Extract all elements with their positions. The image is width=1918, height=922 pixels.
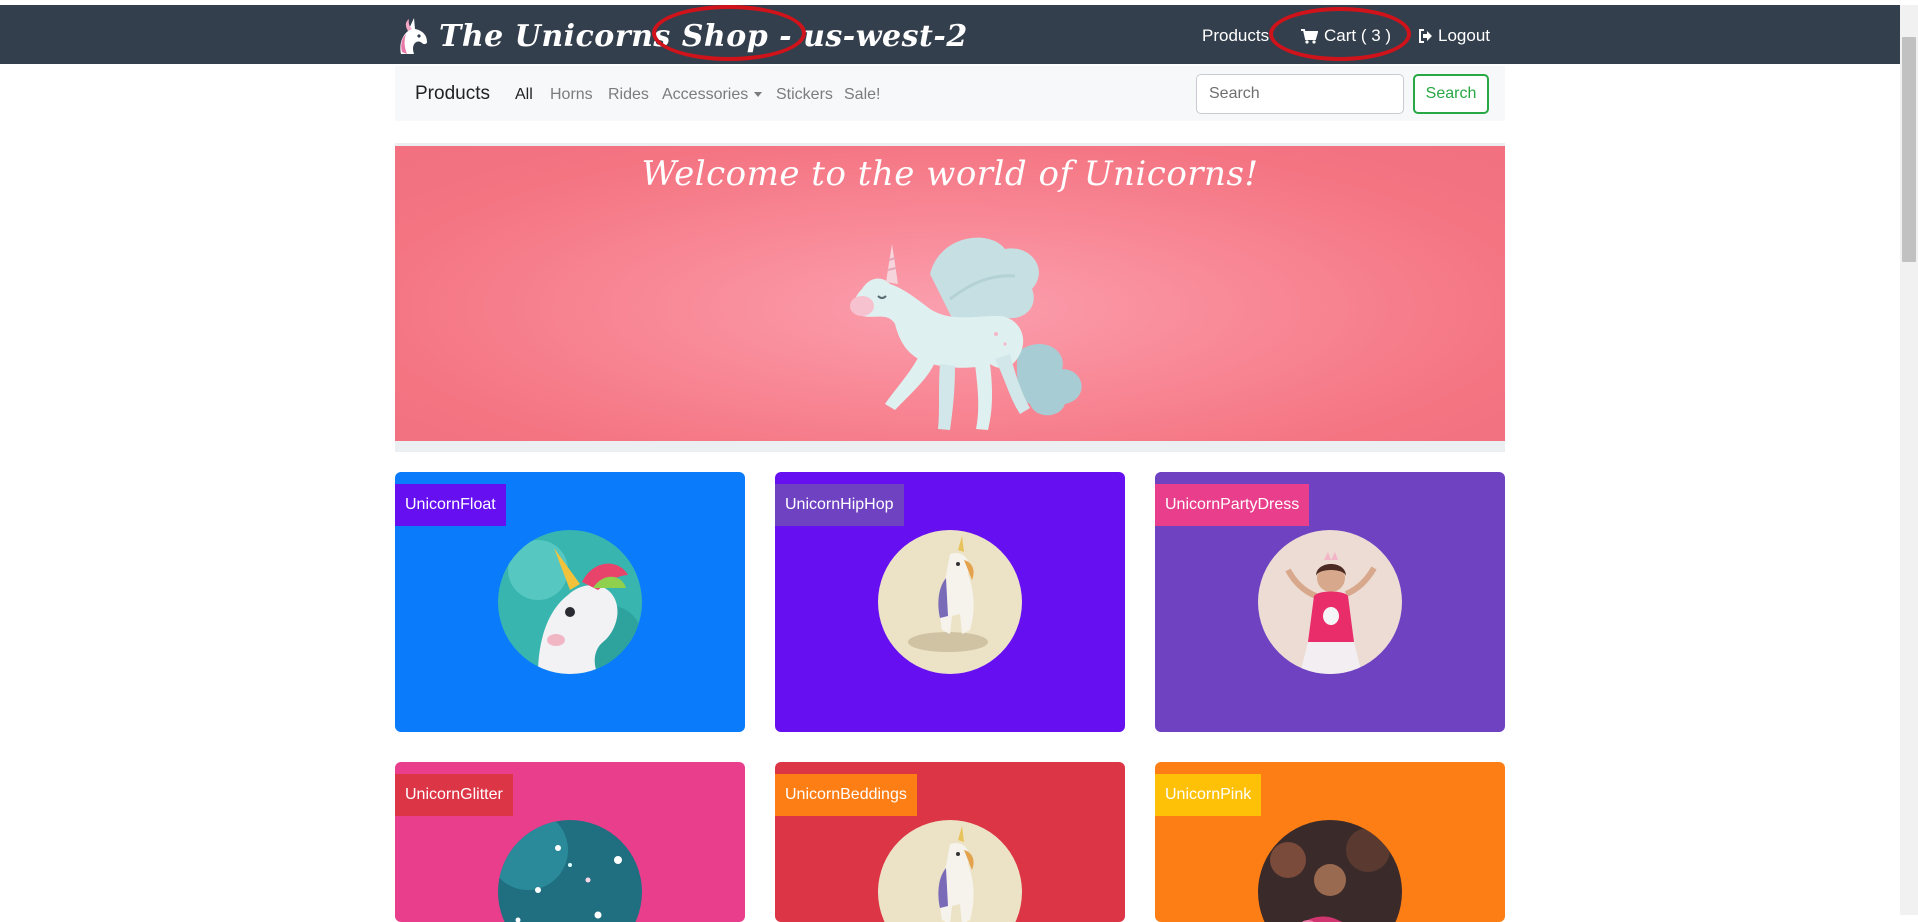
product-name-label[interactable]: UnicornGlitter (395, 774, 513, 816)
unicorn-figurine-image[interactable] (878, 820, 1022, 922)
category-horns[interactable]: Horns (550, 86, 593, 104)
category-accessories-label: Accessories (662, 86, 748, 103)
product-card[interactable]: UnicornHipHop (775, 472, 1125, 732)
pink-toys-image[interactable] (1258, 820, 1402, 922)
product-card[interactable]: UnicornPartyDress (1155, 472, 1505, 732)
glitter-image[interactable] (498, 820, 642, 922)
brand-link[interactable]: The Unicorns Shop - us-west-2 (393, 13, 968, 59)
category-stickers[interactable]: Stickers (776, 86, 833, 104)
chevron-down-icon (754, 92, 762, 97)
inflatable-unicorn-image[interactable] (498, 530, 642, 674)
cart-icon (1301, 29, 1318, 44)
category-rides[interactable]: Rides (608, 86, 649, 104)
top-navbar: The Unicorns Shop - us-west-2 Products C… (0, 5, 1900, 64)
flying-unicorn-illustration (800, 204, 1100, 441)
product-name-label[interactable]: UnicornPink (1155, 774, 1261, 816)
brand-title: The Unicorns Shop - us-west-2 (439, 19, 968, 54)
hero-background: Welcome to the world of Unicorns! (395, 146, 1505, 441)
cart-label: Cart ( 3 ) (1324, 26, 1391, 46)
unicorn-logo-icon (393, 14, 433, 58)
category-accessories-dropdown[interactable]: Accessories (662, 86, 762, 104)
logout-label: Logout (1438, 26, 1490, 46)
girl-party-dress-image[interactable] (1258, 530, 1402, 674)
product-name-label[interactable]: UnicornPartyDress (1155, 484, 1309, 526)
products-subnav: Products All Horns Rides Accessories Sti… (395, 66, 1505, 121)
logout-icon (1418, 29, 1433, 43)
nav-cart-link[interactable]: Cart ( 3 ) (1301, 26, 1391, 46)
product-name-label[interactable]: UnicornHipHop (775, 484, 904, 526)
category-sale[interactable]: Sale! (844, 86, 880, 104)
product-name-label[interactable]: UnicornBeddings (775, 774, 917, 816)
unicorn-figurine-image[interactable] (878, 530, 1022, 674)
hero-title: Welcome to the world of Unicorns! (395, 154, 1505, 194)
product-name-label[interactable]: UnicornFloat (395, 484, 506, 526)
hero-banner: Welcome to the world of Unicorns! (395, 143, 1505, 452)
page-scrollbar[interactable] (1900, 5, 1918, 915)
nav-products-link[interactable]: Products (1202, 26, 1269, 46)
product-card[interactable]: UnicornFloat (395, 472, 745, 732)
nav-logout-link[interactable]: Logout (1418, 26, 1490, 46)
subnav-title: Products (415, 83, 490, 105)
product-card[interactable]: UnicornBeddings (775, 762, 1125, 922)
product-card[interactable]: UnicornPink (1155, 762, 1505, 922)
category-all[interactable]: All (515, 86, 533, 104)
scrollbar-thumb[interactable] (1902, 37, 1916, 262)
search-input[interactable] (1196, 74, 1404, 114)
product-card[interactable]: UnicornGlitter (395, 762, 745, 922)
search-button[interactable]: Search (1413, 74, 1489, 114)
